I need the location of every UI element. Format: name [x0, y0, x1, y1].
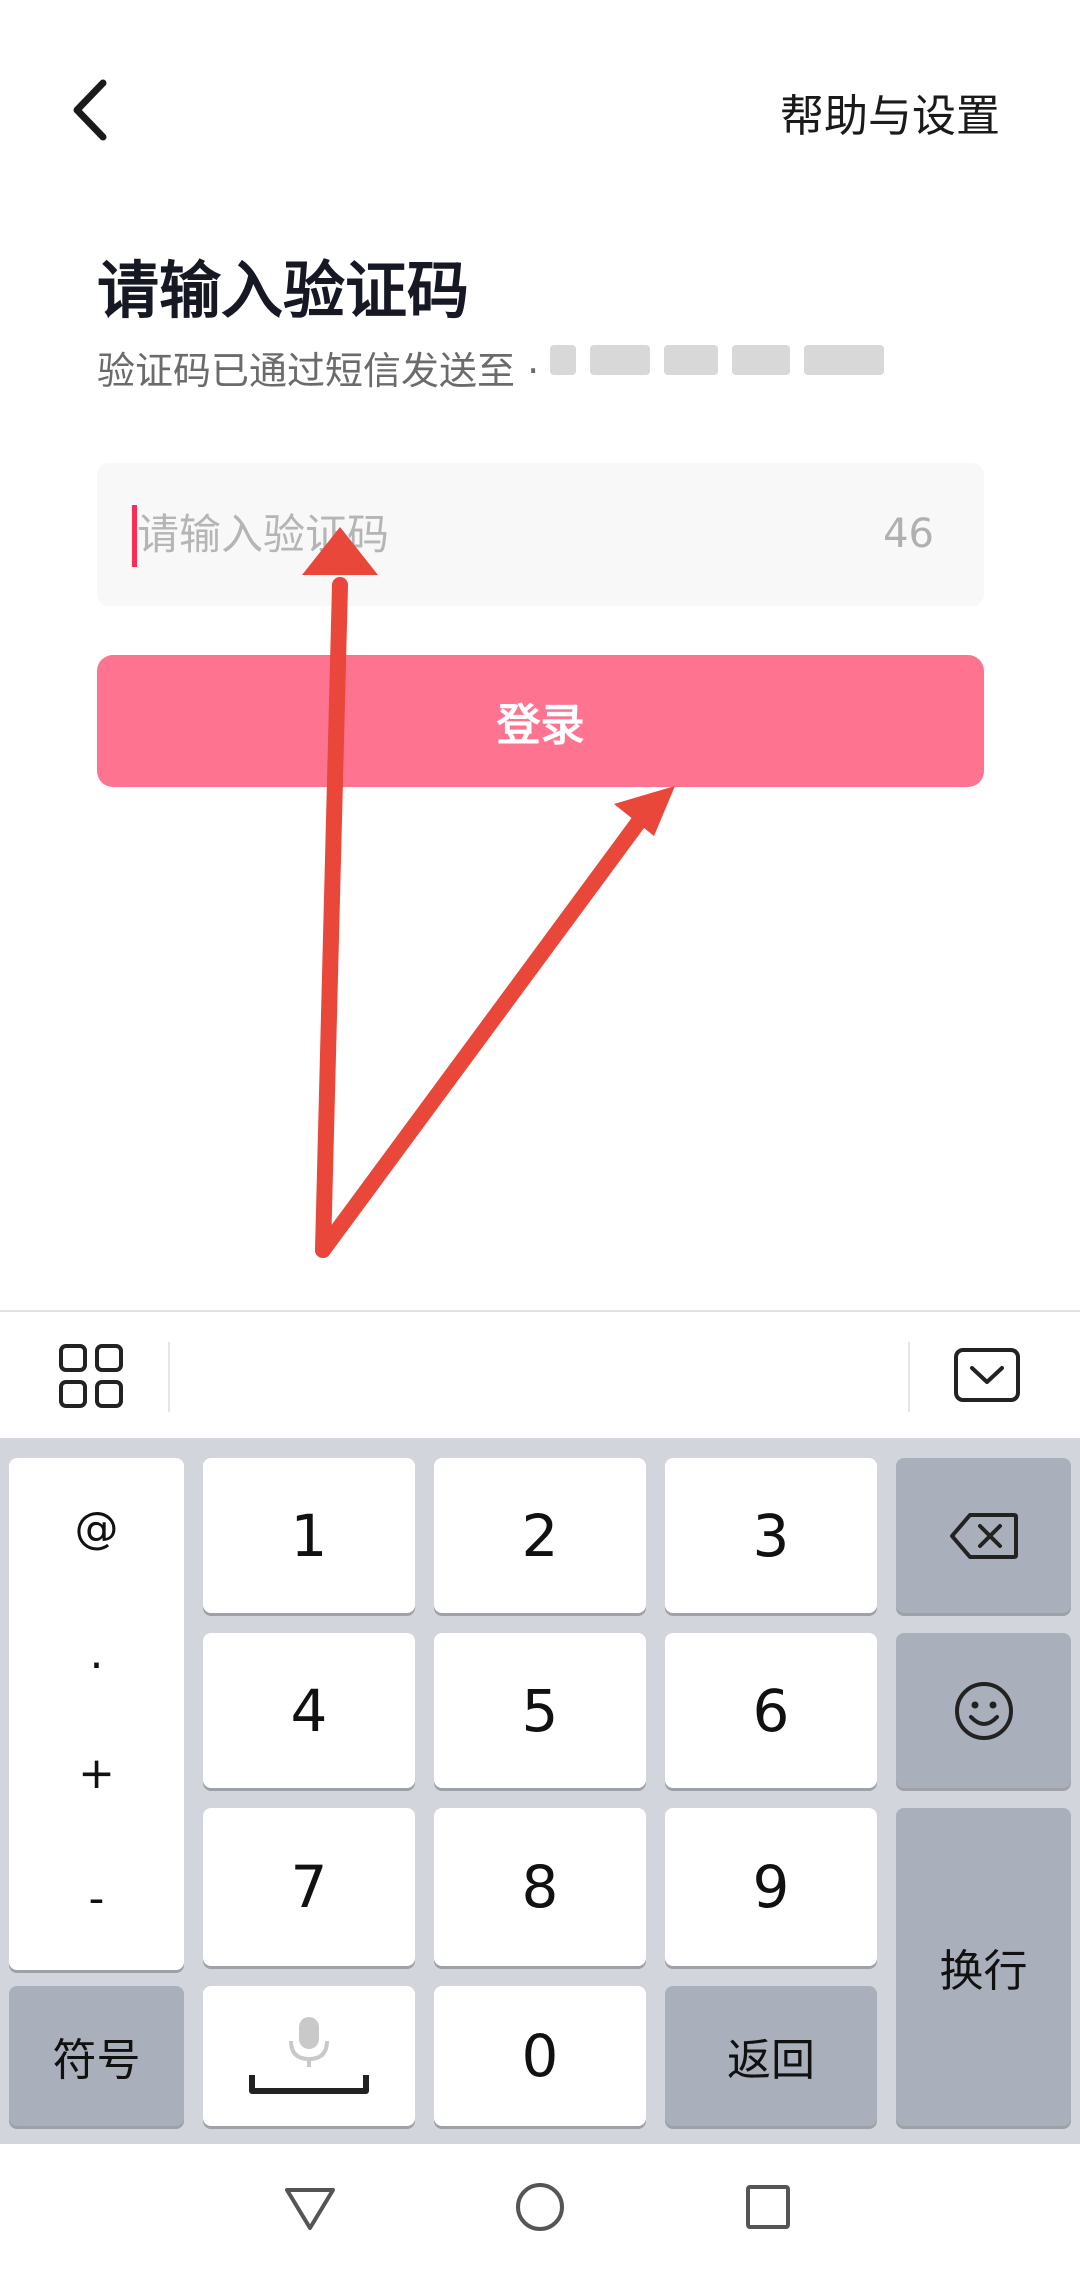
return-key-label: 返回 [727, 2035, 815, 2086]
sms-sent-text: 验证码已通过短信发送至 · [97, 349, 540, 393]
digit-key-3[interactable]: 3 [665, 1458, 877, 1613]
space-voice-key[interactable] [203, 1986, 415, 2126]
symbols-switch-label: 符号 [52, 2035, 141, 2086]
masked-phone-number [550, 325, 900, 395]
symbol-key[interactable]: + [9, 1748, 184, 1799]
digit-key-9[interactable]: 9 [665, 1808, 877, 1966]
emoji-key[interactable] [896, 1633, 1071, 1788]
digit-key-0[interactable]: 0 [434, 1986, 646, 2126]
digit-key-2[interactable]: 2 [434, 1458, 646, 1613]
toolbar-divider [168, 1342, 170, 1412]
newline-key[interactable]: 换行 [896, 1808, 1071, 2126]
return-key[interactable]: 返回 [665, 1986, 877, 2126]
numeric-keyboard: @ . + - 1 2 3 4 5 6 7 8 9 符号 0 返回 换行 [0, 1438, 1080, 2144]
digit-key-1[interactable]: 1 [203, 1458, 415, 1613]
resend-countdown: 46 [883, 511, 934, 557]
digit-key-6[interactable]: 6 [665, 1633, 877, 1788]
digit-key-8[interactable]: 8 [434, 1808, 646, 1966]
digit-key-4[interactable]: 4 [203, 1633, 415, 1788]
arrow-to-input [302, 527, 378, 1258]
newline-key-label: 换行 [939, 1946, 1028, 1997]
symbol-key[interactable]: @ [9, 1503, 184, 1554]
triangle-back-icon[interactable] [275, 2172, 345, 2242]
symbol-column[interactable]: @ . + - [9, 1458, 184, 1970]
login-button[interactable]: 登录 [97, 655, 984, 787]
symbol-key[interactable]: . [9, 1628, 184, 1679]
verification-code-input[interactable] [137, 463, 837, 606]
system-nav-bar [0, 2144, 1080, 2270]
backspace-icon [949, 1512, 1018, 1559]
digit-key-7[interactable]: 7 [203, 1808, 415, 1966]
back-button[interactable] [40, 60, 140, 160]
keyboard-toolbar [0, 1310, 1080, 1438]
backspace-key[interactable] [896, 1458, 1071, 1613]
digit-key-5[interactable]: 5 [434, 1633, 646, 1788]
help-settings-link[interactable]: 帮助与设置 [780, 80, 1000, 144]
keyboard-hide-icon[interactable] [950, 1342, 1030, 1412]
symbols-switch-key[interactable]: 符号 [9, 1986, 184, 2126]
emoji-icon [954, 1681, 1013, 1740]
verification-code-field[interactable]: 46 [97, 463, 984, 606]
arrow-to-login-button [315, 786, 675, 1258]
page-title: 请输入验证码 [97, 254, 470, 327]
top-bar: 帮助与设置 [0, 0, 1080, 220]
toolbar-divider [908, 1342, 910, 1412]
grid-icon[interactable] [55, 1340, 127, 1412]
microphone-icon [249, 2017, 369, 2094]
chevron-left-icon [73, 79, 107, 141]
square-recents-icon[interactable] [733, 2172, 803, 2242]
circle-home-icon[interactable] [505, 2172, 575, 2242]
symbol-key[interactable]: - [9, 1873, 184, 1924]
